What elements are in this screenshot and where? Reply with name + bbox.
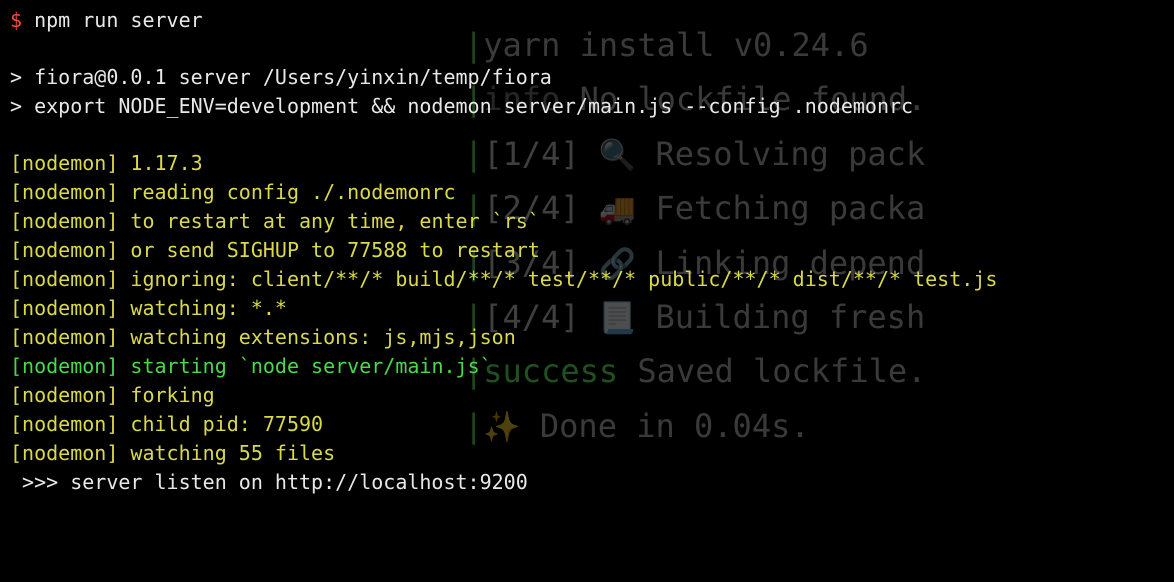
command-text: npm run server <box>34 8 203 32</box>
nodemon-childpid: [nodemon] child pid: 77590 <box>10 410 1164 439</box>
npm-script-header-1: > fiora@0.0.1 server /Users/yinxin/temp/… <box>10 63 1164 92</box>
nodemon-starting: [nodemon] starting `node server/main.js` <box>10 352 1164 381</box>
blank-line <box>10 35 1164 63</box>
foreground-terminal-pane[interactable]: $ npm run server > fiora@0.0.1 server /U… <box>0 0 1174 503</box>
nodemon-sighup: [nodemon] or send SIGHUP to 77588 to res… <box>10 236 1164 265</box>
prompt-symbol: $ <box>10 8 22 32</box>
npm-script-header-2: > export NODE_ENV=development && nodemon… <box>10 92 1164 121</box>
command-line: $ npm run server <box>10 6 1164 35</box>
nodemon-version: [nodemon] 1.17.3 <box>10 149 1164 178</box>
nodemon-restart: [nodemon] to restart at any time, enter … <box>10 207 1164 236</box>
server-listen: >>> server listen on http://localhost:92… <box>10 468 1164 497</box>
nodemon-watching: [nodemon] watching: *.* <box>10 294 1164 323</box>
nodemon-extensions: [nodemon] watching extensions: js,mjs,js… <box>10 323 1164 352</box>
nodemon-reading: [nodemon] reading config ./.nodemonrc <box>10 178 1164 207</box>
blank-line <box>10 121 1164 149</box>
nodemon-ignoring: [nodemon] ignoring: client/**/* build/**… <box>10 265 1164 294</box>
nodemon-forking: [nodemon] forking <box>10 381 1164 410</box>
nodemon-watchfiles: [nodemon] watching 55 files <box>10 439 1164 468</box>
